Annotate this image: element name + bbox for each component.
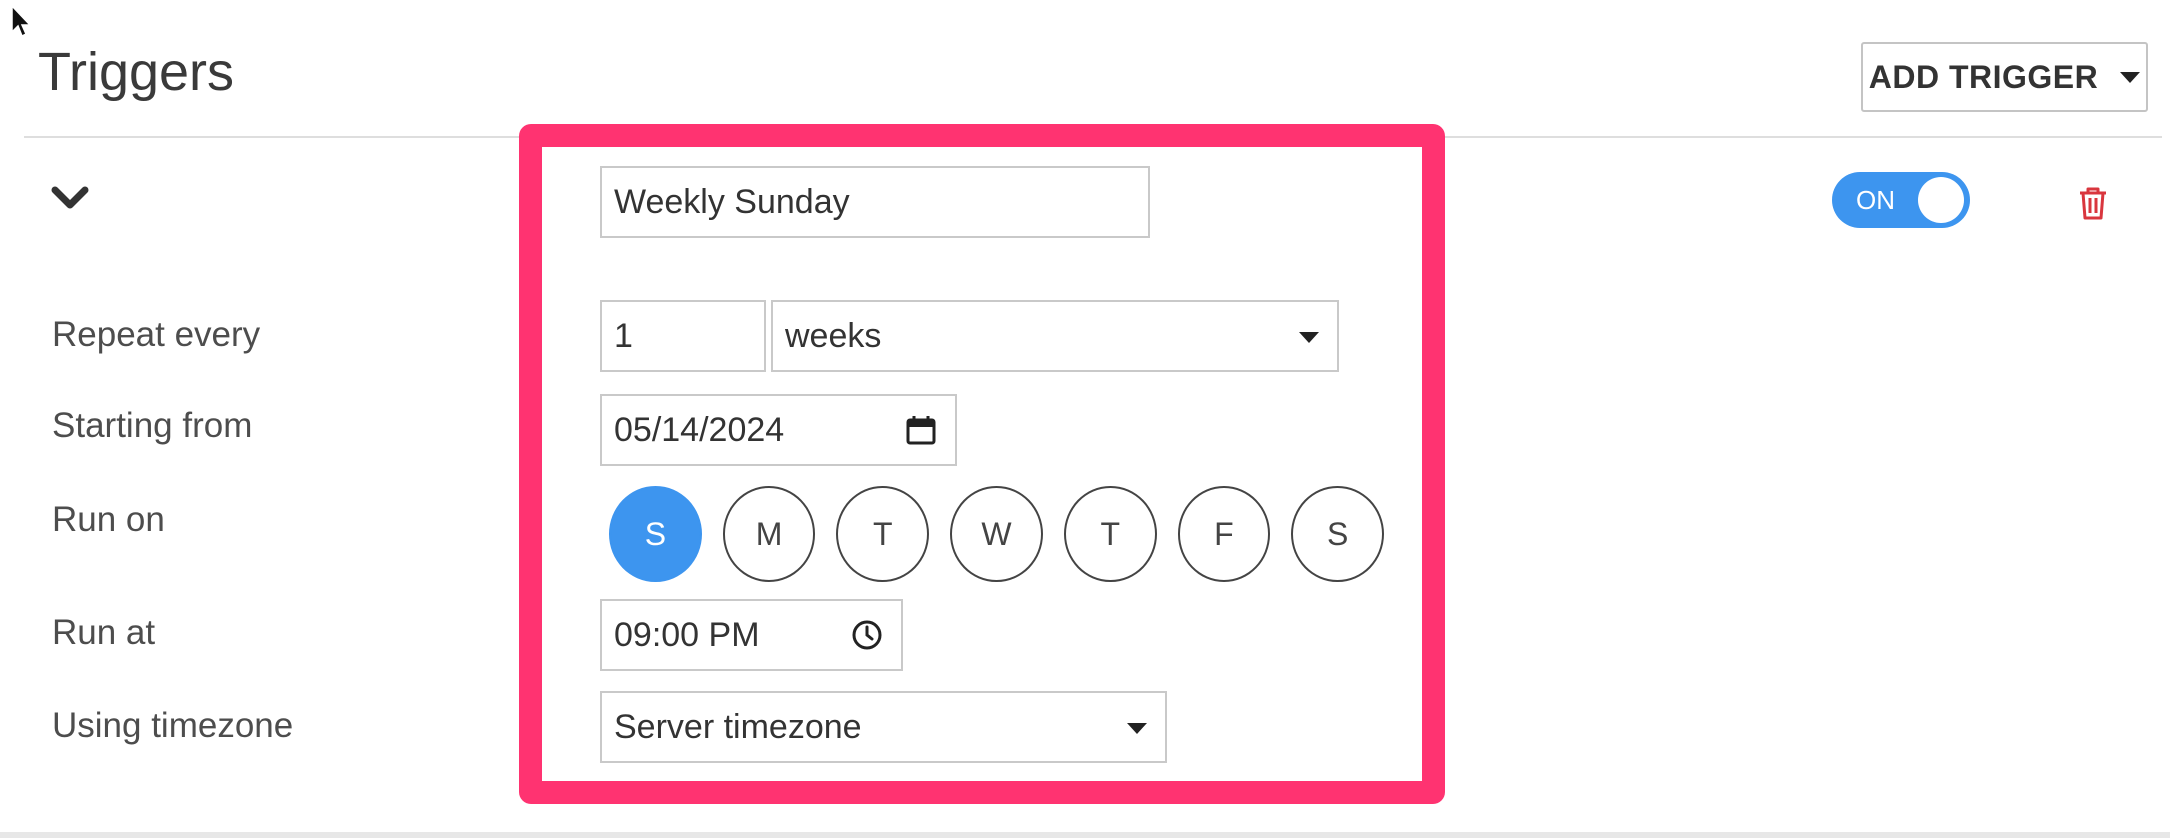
starting-from-label: Starting from <box>52 406 253 445</box>
caret-down-icon <box>2120 71 2141 83</box>
add-trigger-button[interactable]: ADD TRIGGER <box>1861 42 2148 112</box>
trash-icon[interactable] <box>2078 186 2108 220</box>
chevron-down-icon[interactable] <box>50 182 90 212</box>
repeat-every-label: Repeat every <box>52 315 261 354</box>
section-bottom-border <box>0 832 2170 838</box>
run-at-label: Run at <box>52 613 156 652</box>
toggle-knob <box>1918 177 1964 223</box>
trigger-enabled-toggle[interactable]: ON <box>1832 172 1970 228</box>
run-on-label: Run on <box>52 500 165 539</box>
toggle-label: ON <box>1856 185 1895 215</box>
cursor-icon <box>11 4 32 38</box>
add-trigger-label: ADD TRIGGER <box>1868 58 2099 95</box>
highlight-box <box>519 124 1445 804</box>
using-timezone-label: Using timezone <box>52 706 294 745</box>
page-title: Triggers <box>38 42 235 102</box>
